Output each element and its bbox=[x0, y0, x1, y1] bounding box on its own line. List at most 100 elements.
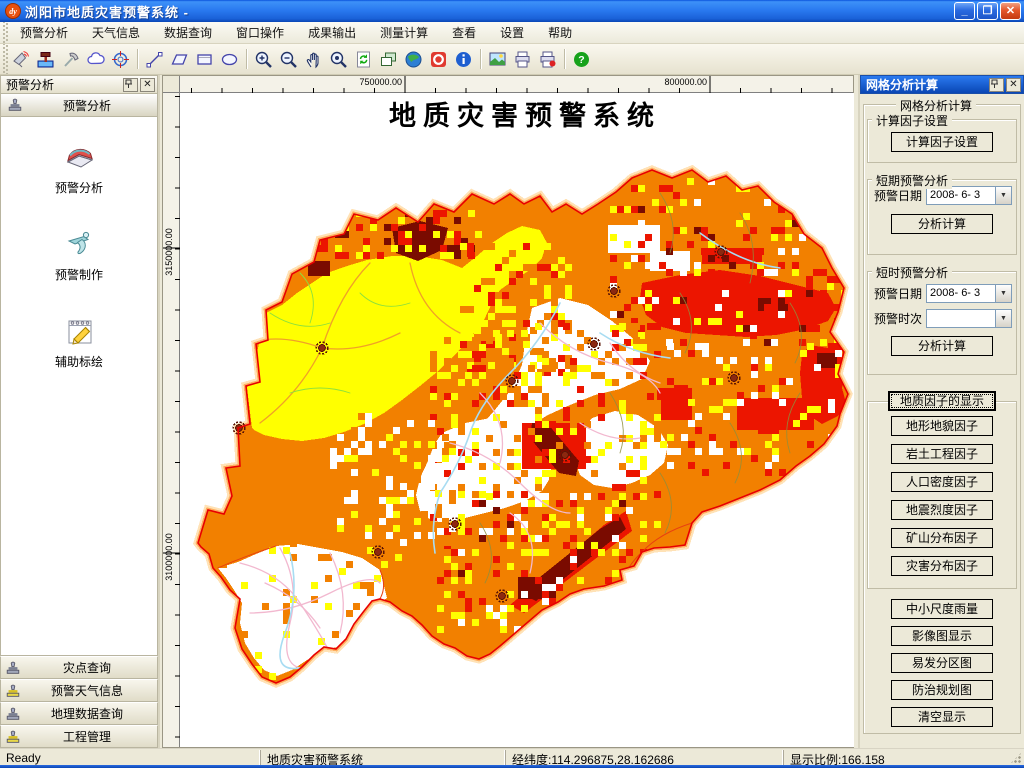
menu-grip[interactable] bbox=[0, 22, 8, 43]
factor-setup-label: 计算因子设置 bbox=[872, 112, 953, 129]
menu-item-7[interactable]: 查看 bbox=[440, 23, 488, 43]
left-panel-titlebar: 预警分析 ✕ bbox=[0, 75, 158, 94]
right-panel-close-icon[interactable]: ✕ bbox=[1006, 77, 1021, 92]
chevron-down-icon[interactable]: ▼ bbox=[995, 310, 1011, 327]
application-window: { "window": { "title": "浏阳市地质灾害预警系统 -" }… bbox=[0, 0, 1024, 768]
status-display-scale: 显示比例:166.158 bbox=[783, 749, 1024, 765]
stop-icon[interactable] bbox=[426, 47, 451, 72]
pin-icon[interactable] bbox=[989, 77, 1004, 92]
polygon-icon[interactable] bbox=[167, 47, 192, 72]
craft-tool-icon bbox=[61, 226, 97, 262]
left-panel-close-icon[interactable]: ✕ bbox=[140, 77, 155, 92]
help-icon[interactable]: ? bbox=[569, 47, 594, 72]
hammer-station-icon[interactable] bbox=[33, 47, 58, 72]
date-label: 预警日期 bbox=[874, 287, 923, 301]
left-panel-item-3[interactable]: 辅助标绘 bbox=[55, 313, 103, 370]
stamp-yellow-icon bbox=[5, 683, 21, 699]
svg-text:dy: dy bbox=[9, 7, 17, 16]
cloud-icon[interactable] bbox=[83, 47, 108, 72]
layer-button-3[interactable]: 易发分区图 bbox=[891, 653, 993, 673]
menu-item-1[interactable]: 预警分析 bbox=[8, 23, 80, 43]
date-label: 预警日期 bbox=[874, 189, 923, 203]
layer-button-4[interactable]: 防治规划图 bbox=[891, 680, 993, 700]
factor-buttons-group: 地形地貌因子 岩土工程因子 人口密度因子 地震烈度因子 矿山分布因子 灾害分布因子 bbox=[867, 401, 1017, 589]
line-icon[interactable] bbox=[142, 47, 167, 72]
sidebar-bar-2[interactable]: 预警天气信息 bbox=[0, 679, 158, 702]
chevron-down-icon[interactable]: ▼ bbox=[995, 187, 1011, 204]
target-icon[interactable] bbox=[108, 47, 133, 72]
cascade-icon[interactable] bbox=[376, 47, 401, 72]
short-time-analyze-button[interactable]: 分析计算 bbox=[891, 336, 993, 356]
short-time-period-value bbox=[927, 310, 995, 327]
menu-item-9[interactable]: 帮助 bbox=[536, 23, 584, 43]
left-panel-content: 预警分析预警制作辅助标绘 bbox=[0, 117, 158, 656]
toolbar-separator bbox=[137, 49, 138, 69]
map-view: 750000.00 800000.00 3150000.00 3100000.00 … bbox=[162, 75, 854, 748]
status-ready: Ready bbox=[6, 750, 41, 765]
rectangle-icon[interactable] bbox=[192, 47, 217, 72]
short-time-date-value: 2008- 6- 3 bbox=[930, 287, 981, 299]
menu-item-8[interactable]: 设置 bbox=[488, 23, 536, 43]
factor-setup-button[interactable]: 计算因子设置 bbox=[891, 132, 993, 152]
sidebar-bar-3[interactable]: 地理数据查询 bbox=[0, 702, 158, 725]
sidebar-bar-4[interactable]: 工程管理 bbox=[0, 725, 158, 748]
left-panel-item-label: 预警制作 bbox=[54, 268, 103, 282]
print-settings-icon[interactable] bbox=[535, 47, 560, 72]
menu-item-6[interactable]: 测量计算 bbox=[368, 23, 440, 43]
restore-button[interactable]: ❐ bbox=[977, 2, 998, 20]
pan-icon[interactable] bbox=[301, 47, 326, 72]
short-term-date-value: 2008- 6- 3 bbox=[930, 189, 981, 201]
image-icon[interactable] bbox=[485, 47, 510, 72]
factor-button-5[interactable]: 矿山分布因子 bbox=[891, 528, 993, 548]
map-canvas[interactable]: 地质灾害预警系统 bbox=[180, 93, 854, 747]
factor-button-3[interactable]: 人口密度因子 bbox=[891, 472, 993, 492]
book-icon bbox=[61, 139, 97, 175]
section-header-label: 预警分析 bbox=[62, 98, 111, 113]
factor-button-4[interactable]: 地震烈度因子 bbox=[891, 500, 993, 520]
right-panel-titlebar: 网格分析计算 ✕ bbox=[860, 75, 1024, 94]
pick-icon[interactable] bbox=[58, 47, 83, 72]
app-logo-icon: dy bbox=[5, 3, 21, 19]
menu-item-2[interactable]: 天气信息 bbox=[80, 23, 152, 43]
status-bar: Ready 地质灾害预警系统 经纬度:114.296875,28.162686 … bbox=[0, 748, 1024, 768]
sidebar-bar-1[interactable]: 灾点查询 bbox=[0, 656, 158, 679]
globe-icon[interactable] bbox=[401, 47, 426, 72]
layer-button-5[interactable]: 清空显示 bbox=[891, 707, 993, 727]
short-time-date-combobox[interactable]: 2008- 6- 3 ▼ bbox=[926, 284, 1012, 303]
menu-item-3[interactable]: 数据查询 bbox=[152, 23, 224, 43]
pin-icon[interactable] bbox=[123, 77, 138, 92]
ellipse-icon[interactable] bbox=[217, 47, 242, 72]
ruler-corner bbox=[163, 76, 180, 93]
close-button[interactable]: ✕ bbox=[1000, 2, 1021, 20]
svg-text:750000.00: 750000.00 bbox=[359, 77, 402, 87]
zoom-extent-icon[interactable] bbox=[326, 47, 351, 72]
layer-button-1[interactable]: 中小尺度雨量 bbox=[891, 599, 993, 619]
toolbar-grip[interactable] bbox=[0, 44, 8, 74]
short-term-analyze-button[interactable]: 分析计算 bbox=[891, 214, 993, 234]
toolbar-separator bbox=[564, 49, 565, 69]
minimize-button[interactable]: _ bbox=[954, 2, 975, 20]
main-area: 预警分析 ✕ 预警分析 预警分析预警制作辅助标绘 灾点查询 预警天气信息 地理数据查… bbox=[0, 75, 1024, 748]
menu-item-5[interactable]: 成果输出 bbox=[296, 23, 368, 43]
zoom-out-icon[interactable] bbox=[276, 47, 301, 72]
chevron-down-icon[interactable]: ▼ bbox=[995, 285, 1011, 302]
svg-text:3100000.00: 3100000.00 bbox=[164, 533, 174, 581]
notepad-pencil-icon bbox=[61, 313, 97, 349]
left-panel-item-2[interactable]: 预警制作 bbox=[55, 226, 103, 283]
refresh-icon[interactable] bbox=[351, 47, 376, 72]
left-panel-item-label: 辅助标绘 bbox=[54, 355, 103, 369]
section-header[interactable]: 预警分析 bbox=[0, 94, 158, 117]
print-icon[interactable] bbox=[510, 47, 535, 72]
zoom-in-icon[interactable] bbox=[251, 47, 276, 72]
short-term-label: 短期预警分析 bbox=[872, 172, 953, 189]
factor-button-2[interactable]: 岩土工程因子 bbox=[891, 444, 993, 464]
factor-button-1[interactable]: 地形地貌因子 bbox=[891, 416, 993, 436]
geo-factor-display-button[interactable]: 地质因子的显示 bbox=[888, 391, 996, 411]
satellite-icon[interactable] bbox=[8, 47, 33, 72]
left-panel-item-1[interactable]: 预警分析 bbox=[55, 139, 103, 196]
factor-button-6[interactable]: 灾害分布因子 bbox=[891, 556, 993, 576]
menu-item-4[interactable]: 窗口操作 bbox=[224, 23, 296, 43]
info-icon[interactable] bbox=[451, 47, 476, 72]
layer-button-2[interactable]: 影像图显示 bbox=[891, 626, 993, 646]
short-time-period-combobox[interactable]: ▼ bbox=[926, 309, 1012, 328]
